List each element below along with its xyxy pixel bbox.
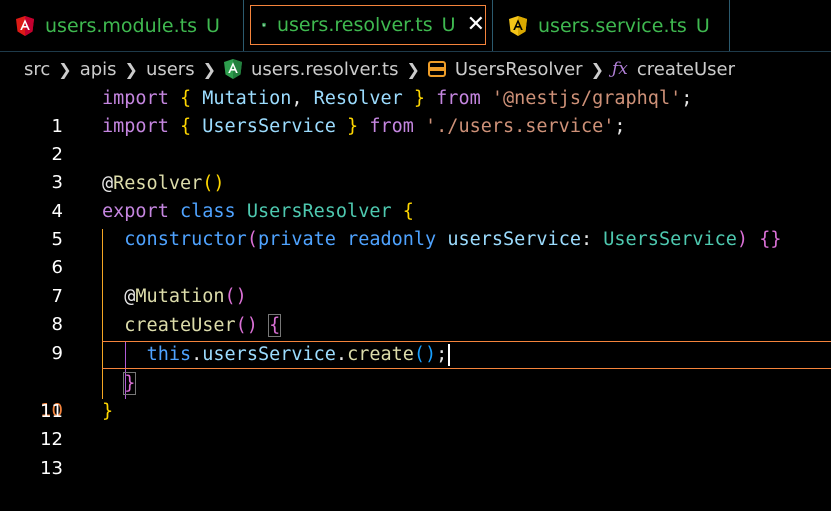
angular-resolver-icon [262,22,266,28]
breadcrumb-file-label: users.resolver.ts [250,58,399,80]
code-line-current[interactable]: 10 this.usersService.create(); [0,341,831,421]
breadcrumb-item-src[interactable]: src [24,59,50,80]
tab-label: users.module.ts [45,14,197,37]
angular-icon [16,15,34,36]
breadcrumb-item-method[interactable]: ƒx createUser [612,59,735,80]
code-line[interactable]: 6 constructor(private readonly usersServ… [0,226,831,278]
git-status-badge: U [441,14,456,36]
text-cursor [448,344,451,366]
code-text: } [102,401,114,422]
code-line[interactable]: 7 [0,255,831,307]
chevron-right-icon: ❯ [406,59,420,79]
breadcrumb-method-label: createUser [636,58,736,80]
code-line[interactable]: 5 export class UsersResolver { [0,198,831,250]
breadcrumb-item-file[interactable]: users.resolver.ts [223,58,399,80]
breadcrumb-item-users[interactable]: users [146,59,195,80]
code-line[interactable]: 4 @Resolver() [0,170,831,222]
code-line[interactable]: 11 } [0,370,831,422]
class-symbol-icon [427,61,446,77]
code-line[interactable]: 13 [0,427,831,479]
angular-service-icon [509,15,527,36]
code-text: constructor(private readonly usersServic… [124,229,782,250]
breadcrumb: src ❯ apis ❯ users ❯ users.resolver.ts ❯… [0,53,831,85]
code-line[interactable]: 2 import { UsersService } from './users.… [0,113,831,165]
code-line[interactable]: 8 @Mutation() [0,283,831,335]
breadcrumb-item-class[interactable]: UsersResolver [427,58,583,80]
code-text: import { UsersService } from './users.se… [102,116,626,137]
chevron-right-icon: ❯ [58,59,72,79]
breadcrumb-item-apis[interactable]: apis [80,59,117,80]
editor-tab-bar: users.module.ts U users.resolver.ts U ✕ … [0,0,831,52]
breadcrumb-class-label: UsersResolver [454,58,583,80]
tab-users-resolver[interactable]: users.resolver.ts U ✕ [250,5,486,45]
code-text: @Mutation() [124,286,247,307]
code-text: } [123,372,137,395]
chevron-right-icon: ❯ [590,59,604,79]
code-text: import { Mutation, Resolver } from '@nes… [102,88,693,109]
tab-users-service[interactable]: users.service.ts U [492,0,730,51]
chevron-right-icon: ❯ [124,59,138,79]
line-number: 13 [40,458,63,479]
code-line[interactable]: 12 } [0,398,831,450]
tab-label: users.service.ts [538,14,687,37]
code-editor[interactable]: 1 import { Mutation, Resolver } from '@n… [0,85,831,479]
code-text: this.usersService.create(); [102,341,451,369]
code-text: export class UsersResolver { [102,201,414,222]
git-status-badge: U [205,14,220,37]
code-line[interactable]: 9 createUser() { [0,312,831,364]
code-line[interactable]: 1 import { Mutation, Resolver } from '@n… [0,85,831,137]
tab-users-module[interactable]: users.module.ts U [0,0,244,51]
code-text: createUser() { [124,314,282,337]
angular-resolver-icon [223,59,242,79]
code-text: @Resolver() [102,173,225,194]
function-symbol-icon: ƒx [611,59,628,79]
git-status-badge: U [695,14,710,37]
tab-label: users.resolver.ts [276,14,433,36]
chevron-right-icon: ❯ [202,59,216,79]
code-line[interactable]: 3 [0,141,831,193]
close-icon[interactable]: ✕ [467,14,485,36]
